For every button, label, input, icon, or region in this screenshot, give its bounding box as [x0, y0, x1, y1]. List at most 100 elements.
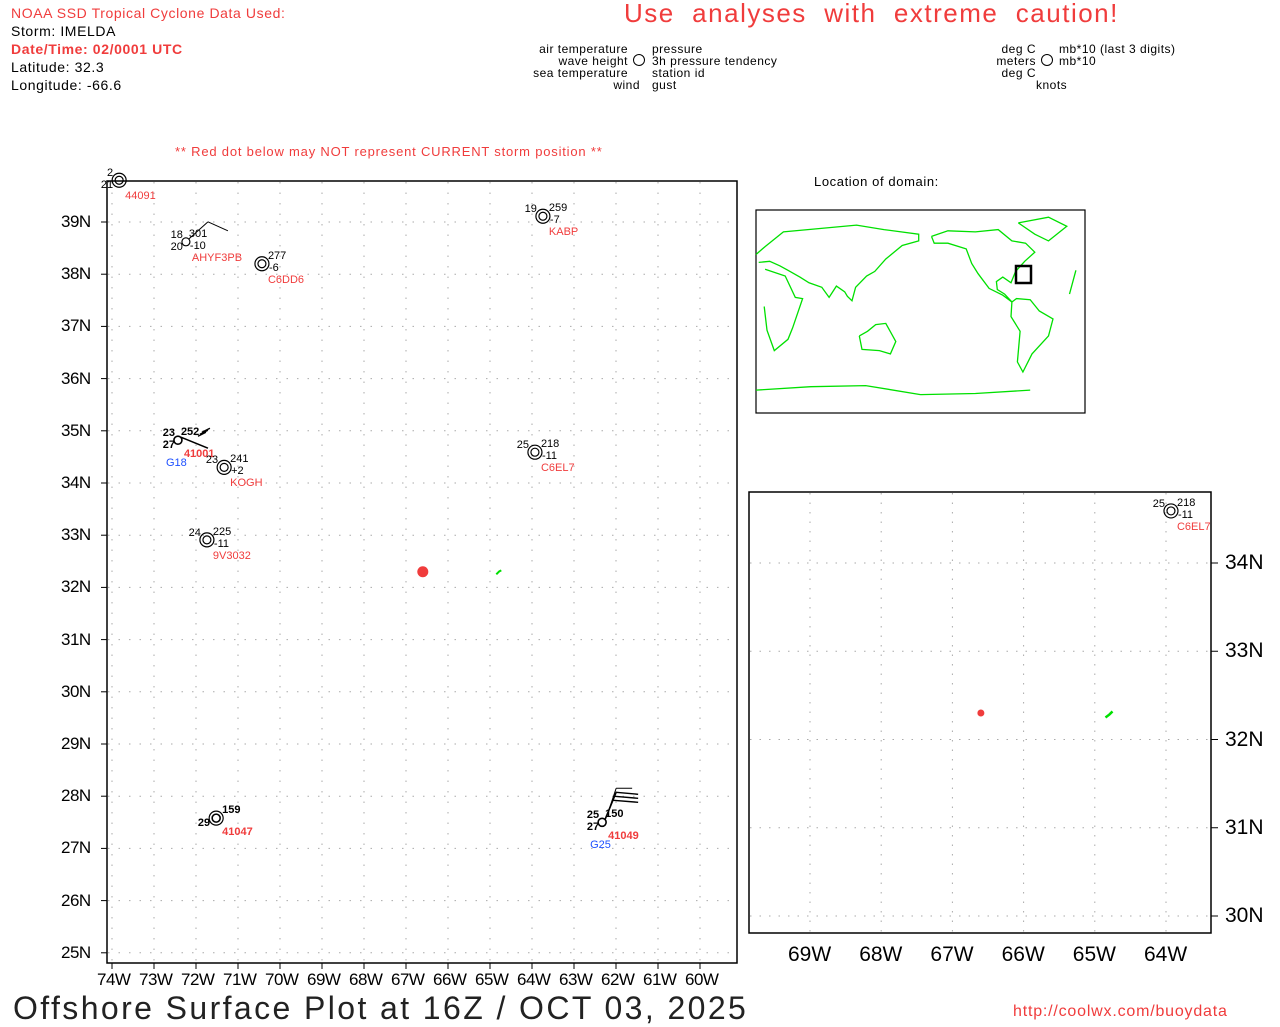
- air-temperature: 2: [107, 167, 114, 180]
- lon-tick-label: 63W: [559, 970, 593, 989]
- air-temperature: 23: [162, 427, 175, 440]
- lon-tick-label: 61W: [643, 970, 677, 989]
- pressure-tendency: +2: [231, 465, 244, 478]
- station-id: C6EL7: [540, 462, 575, 475]
- station-id: KABP: [548, 226, 579, 239]
- station-circle-icon: [111, 172, 127, 188]
- bermuda-land: [495, 569, 502, 576]
- lat-tick-label: 37N: [61, 316, 91, 336]
- pressure: 301: [188, 227, 208, 240]
- pressure: 277: [267, 249, 287, 262]
- pressure-tendency: -11: [541, 450, 558, 463]
- lat-tick-label: 27N: [61, 838, 91, 858]
- pressure-tendency: -7: [549, 214, 560, 227]
- lon-tick-label: 67W: [391, 970, 425, 989]
- sea-temperature: 21: [100, 179, 114, 192]
- pressure: 241: [230, 453, 249, 466]
- station-circle-icon: [208, 810, 224, 826]
- air-temperature: 25: [1152, 497, 1165, 510]
- pressure: 252: [180, 426, 200, 439]
- sea-temperature: 27: [586, 821, 600, 834]
- lon-tick-label: 66W: [433, 970, 467, 989]
- air-temperature: 23: [205, 454, 219, 467]
- map-graphics: [101, 172, 1218, 969]
- lat-tick-label: 25N: [61, 942, 91, 962]
- station-id: C6EL7: [1176, 520, 1211, 533]
- lat-tick-label: 34N: [61, 473, 91, 492]
- station-id: KOGH: [230, 477, 263, 490]
- lon-tick-label: 60W: [685, 970, 719, 989]
- inset-lon-tick-label: 68W: [859, 943, 903, 966]
- station-circle-icon: [530, 447, 540, 457]
- station-circle-icon: [1163, 503, 1179, 519]
- lat-tick-label: 29N: [61, 734, 91, 753]
- station-circle-icon: [114, 175, 124, 185]
- sea-temperature: 20: [170, 240, 183, 253]
- station-circle-icon: [199, 532, 215, 548]
- lon-tick-label: 71W: [223, 970, 257, 989]
- air-temperature: 19: [524, 203, 537, 216]
- station-circle-icon: [538, 211, 548, 221]
- wind-barb-icon: [180, 436, 209, 449]
- pressure: 150: [605, 808, 624, 821]
- lon-tick-label: 74W: [97, 970, 131, 989]
- pressure-tendency: -6: [268, 261, 279, 274]
- sea-temperature: 27: [162, 439, 175, 452]
- station-circle-icon: [535, 208, 551, 224]
- source-url-link[interactable]: http://coolwx.com/buoydata: [1013, 1003, 1228, 1021]
- inset-lat-tick-label: 32N: [1225, 727, 1264, 751]
- station-id: C6DD6: [267, 273, 305, 286]
- station-id: 41047: [222, 826, 253, 839]
- pressure: 218: [540, 438, 560, 451]
- air-temperature: 18: [170, 228, 183, 241]
- lon-tick-label: 64W: [517, 970, 551, 989]
- inset-lat-tick-label: 30N: [1225, 904, 1264, 927]
- pressure-tendency: -11: [1177, 508, 1194, 521]
- lat-tick-label: 31N: [61, 629, 91, 649]
- inset-lon-tick-label: 65W: [1072, 943, 1116, 966]
- lat-tick-label: 35N: [61, 420, 91, 440]
- wind-barb-icon: [616, 791, 639, 795]
- lat-tick-label: 26N: [61, 890, 91, 910]
- station-circle-icon: [211, 813, 221, 823]
- lat-tick-label: 28N: [61, 786, 91, 806]
- sea-temperature: 29: [197, 817, 211, 830]
- station-circle-icon: [1166, 506, 1176, 516]
- lon-tick-label: 69W: [307, 970, 341, 989]
- station-id: AHYF3PB: [191, 251, 243, 264]
- inset-lat-tick-label: 33N: [1225, 639, 1264, 663]
- wind-gust: G18: [165, 457, 187, 470]
- station-circle-icon: [257, 259, 267, 269]
- inset-lon-tick-label: 66W: [1001, 943, 1045, 966]
- station-id: 41049: [608, 830, 639, 843]
- wind-barb-icon: [613, 799, 639, 803]
- air-temperature: 25: [586, 809, 600, 822]
- station-circle-icon: [216, 459, 232, 475]
- inset-lon-tick-label: 64W: [1144, 943, 1188, 966]
- storm-position-dot: [977, 709, 985, 717]
- inset-lon-tick-label: 67W: [930, 943, 974, 966]
- station-id: 44091: [125, 190, 156, 203]
- bermuda-land: [1104, 710, 1114, 719]
- lon-tick-label: 70W: [265, 970, 299, 989]
- wind-barb-icon: [207, 221, 229, 232]
- wind-barb-icon: [614, 795, 639, 799]
- station-circle-icon: [527, 444, 543, 460]
- pressure: 218: [1176, 496, 1196, 509]
- lat-tick-label: 38N: [61, 264, 91, 284]
- lon-tick-label: 68W: [349, 970, 383, 989]
- lat-tick-label: 32N: [61, 577, 91, 597]
- pressure: 159: [222, 804, 241, 817]
- lat-tick-label: 33N: [61, 525, 91, 545]
- inset-lon-tick-label: 69W: [788, 943, 832, 966]
- inset-lat-tick-label: 34N: [1225, 551, 1264, 574]
- lon-tick-label: 62W: [601, 970, 635, 989]
- pressure: 259: [548, 202, 568, 215]
- lon-tick-label: 73W: [139, 970, 173, 989]
- station-circle-icon: [219, 462, 229, 472]
- inset-lat-tick-label: 31N: [1225, 815, 1264, 839]
- station-circle-icon: [254, 256, 270, 272]
- storm-position-dot: [417, 566, 429, 578]
- pressure-tendency: -10: [189, 239, 206, 252]
- lat-tick-label: 39N: [61, 212, 91, 231]
